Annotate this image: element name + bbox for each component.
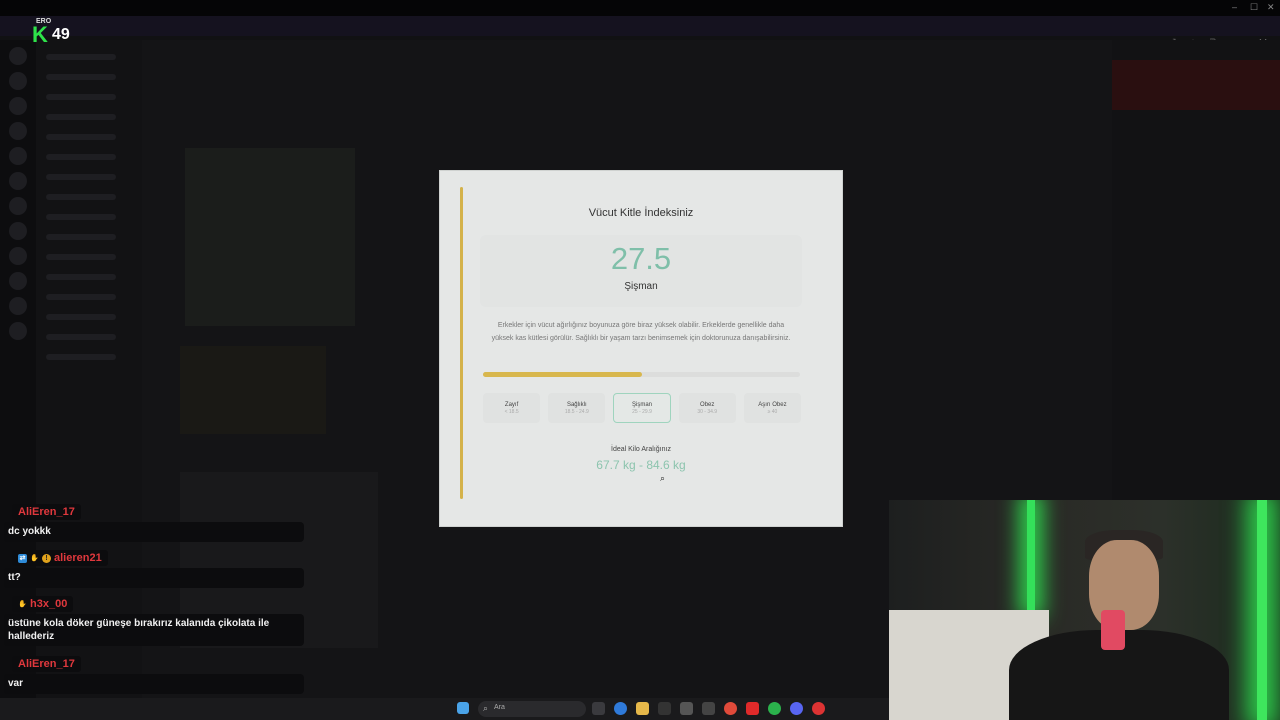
category-extreme-obese: Aşırı Obez ≥ 40 — [743, 393, 802, 423]
category-name: Şişman — [632, 402, 653, 408]
chrome-icon[interactable] — [724, 702, 737, 715]
webcam-feed — [889, 500, 1280, 720]
badge-icon: ⇄ — [18, 553, 27, 563]
attachment-image — [180, 346, 326, 434]
bmi-progress-fill — [483, 372, 642, 377]
category-obese: Obez 30 - 34.9 — [678, 393, 736, 423]
bmi-value: 27.5 — [610, 241, 672, 276]
bmi-category: Şişman — [624, 281, 658, 292]
search-icon: ⌕ — [483, 703, 489, 713]
start-icon[interactable] — [457, 702, 469, 714]
chat-message: üstüne kola döker güneşe bırakırız kalan… — [4, 614, 304, 646]
whatsapp-icon[interactable] — [768, 702, 781, 715]
bmi-result-modal: Vücut Kitle İndeksiniz 27.5 Şişman Erkek… — [439, 170, 843, 527]
hand-badge-icon: ✋ — [18, 600, 27, 608]
logo-number: 49 — [52, 26, 70, 43]
taskbar-search[interactable]: ⌕ Ara — [478, 701, 586, 717]
minimize-icon[interactable]: – — [1232, 2, 1237, 12]
chat-username: AliEren_17 — [12, 504, 81, 520]
app-icon[interactable] — [702, 702, 715, 715]
category-name: Aşırı Obez — [758, 402, 787, 408]
obs-icon[interactable] — [812, 702, 825, 715]
chat-username: AliEren_17 — [12, 656, 81, 672]
chat-username: ⇄ ✋ ! alieren21 — [12, 550, 108, 566]
stream-chat: AliEren_17 dc yokkk ⇄ ✋ ! alieren21 tt? … — [0, 500, 310, 720]
category-name: Obez — [700, 402, 715, 408]
terminal-icon[interactable] — [658, 702, 671, 715]
category-range: ≥ 40 — [767, 409, 778, 415]
browser-bar: ⌕ ↗ ↓ ⧉ ⋯ ✕ — [0, 16, 1280, 50]
category-range: 25 - 29.9 — [632, 409, 652, 415]
stream-logo: ERO K 49 — [16, 18, 86, 47]
logo-letter: K — [32, 22, 48, 47]
modal-title: Vücut Kitle İndeksiniz — [588, 207, 694, 219]
category-range: < 18.5 — [504, 409, 519, 415]
store-icon[interactable] — [680, 702, 693, 715]
bmi-progress-track — [483, 372, 800, 377]
youtube-icon[interactable] — [746, 702, 759, 715]
task-view-icon[interactable] — [592, 702, 605, 715]
attachment-image — [185, 148, 355, 326]
search-placeholder: Ara — [494, 704, 505, 711]
category-range: 30 - 34.9 — [697, 409, 718, 415]
discord-icon[interactable] — [790, 702, 803, 715]
profile-panel — [1112, 40, 1280, 500]
category-name: Sağlıklı — [566, 402, 587, 408]
chat-message: dc yokkk — [4, 522, 304, 542]
zoom-cursor-icon: ⌕ — [660, 473, 666, 483]
edge-icon[interactable] — [614, 702, 627, 715]
coin-badge-icon: ! — [42, 553, 51, 563]
category-underweight: Zayıf < 18.5 — [483, 393, 541, 423]
bmi-description: Erkekler için vücut ağırlığınız boyunuza… — [491, 322, 791, 342]
category-overweight: Şişman 25 - 29.9 — [613, 393, 671, 423]
taskbar: ⌕ Ara — [0, 698, 890, 720]
category-range: 18.5 - 24.9 — [564, 409, 589, 415]
folder-icon[interactable] — [636, 702, 649, 715]
window-close-icon[interactable]: ✕ — [1267, 2, 1275, 13]
ideal-weight-label: İdeal Kilo Aralığınız — [611, 446, 671, 453]
hand-badge-icon: ✋ — [30, 554, 39, 562]
category-healthy: Sağlıklı 18.5 - 24.9 — [548, 393, 606, 423]
chat-username: ✋ h3x_00 — [12, 596, 74, 612]
bmi-category-scale: Zayıf < 18.5 Sağlıklı 18.5 - 24.9 Şişman… — [483, 393, 802, 423]
maximize-icon[interactable]: ☐ — [1250, 2, 1258, 13]
ideal-weight-value: 67.7 kg - 84.6 kg — [596, 458, 686, 472]
window-titlebar: – ☐ ✕ — [0, 0, 1280, 16]
category-name: Zayıf — [504, 402, 519, 408]
chat-message: var — [4, 674, 304, 694]
chat-message: tt? — [4, 568, 304, 588]
